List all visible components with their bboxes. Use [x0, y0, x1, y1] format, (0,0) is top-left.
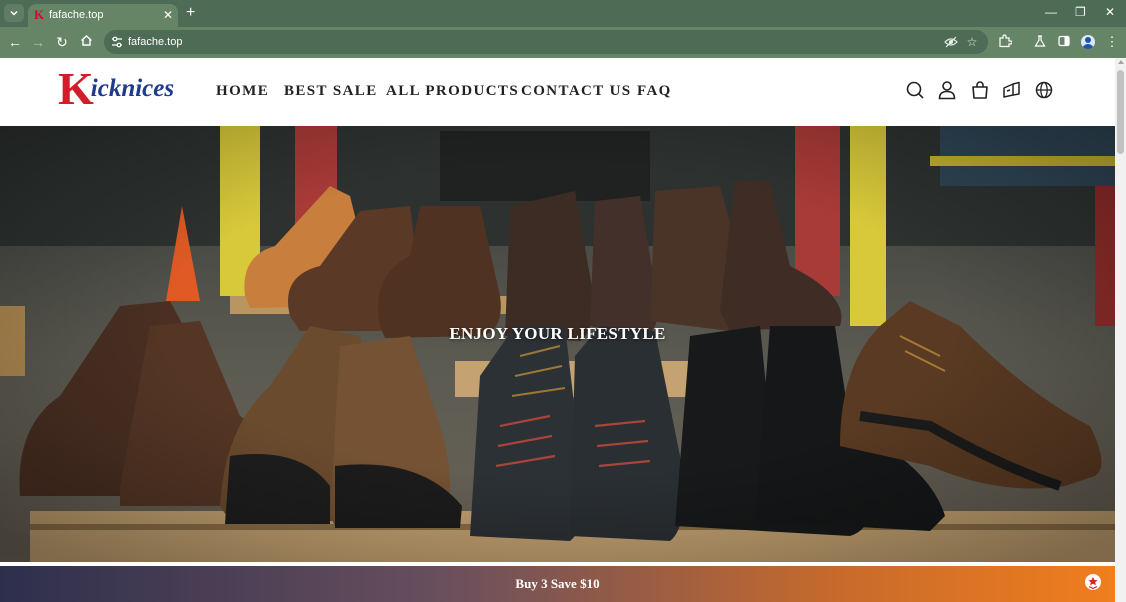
logo-wordmark: icknices	[90, 75, 175, 102]
reload-icon[interactable]: ↻	[54, 34, 70, 50]
logo-initial: K	[58, 63, 94, 114]
cart-icon[interactable]	[970, 80, 990, 100]
nav-faq[interactable]: FAQ	[637, 82, 672, 100]
work-boots-photo	[0, 126, 1115, 562]
scrollbar-thumb[interactable]	[1117, 70, 1124, 154]
rewards-badge-icon[interactable]	[1085, 574, 1101, 590]
scroll-up-arrow-icon[interactable]	[1118, 60, 1124, 64]
window-close-icon[interactable]: ✕	[1105, 4, 1115, 20]
nav-all-products[interactable]: ALL PRODUCTS	[386, 82, 519, 100]
site-info-tune-icon[interactable]	[110, 35, 124, 49]
nav-home[interactable]: HOME	[216, 82, 269, 100]
nav-contact-us[interactable]: CONTACT US	[521, 82, 632, 100]
page-scrollbar[interactable]	[1115, 58, 1126, 602]
back-arrow-icon[interactable]: ←	[7, 34, 23, 50]
browser-tab[interactable]: K fafache.top ✕	[28, 4, 178, 27]
promo-bar[interactable]: Buy 3 Save $10	[0, 566, 1115, 602]
labs-flask-icon[interactable]	[1032, 34, 1048, 50]
new-tab-plus-icon[interactable]: +	[186, 5, 195, 21]
account-icon[interactable]	[937, 80, 957, 100]
extensions-puzzle-icon[interactable]	[997, 34, 1013, 50]
tab-search-chevron-icon[interactable]	[4, 4, 24, 22]
nav-best-sale[interactable]: BEST SALE	[284, 82, 378, 100]
browser-menu-kebab-icon[interactable]: ⋮	[1104, 34, 1120, 50]
hero-banner[interactable]: ENJOY YOUR LIFESTYLE	[0, 126, 1115, 562]
profile-avatar-icon[interactable]	[1081, 35, 1095, 49]
browser-tab-strip: K fafache.top ✕ + — ❐ ✕	[0, 0, 1126, 27]
restore-icon[interactable]: ❐	[1075, 4, 1086, 20]
side-panel-icon[interactable]	[1056, 34, 1072, 50]
tab-favicon: K	[34, 7, 45, 22]
browser-toolbar: ← → ↻ fafache.top ☆ ⋮	[0, 27, 1126, 58]
address-bar[interactable]: fafache.top ☆	[104, 30, 988, 54]
minimize-icon[interactable]: —	[1045, 4, 1057, 20]
hero-heading: ENJOY YOUR LIFESTYLE	[449, 324, 666, 343]
search-icon[interactable]	[905, 80, 925, 100]
site-header: Kicknices HOME BEST SALE ALL PRODUCTS CO…	[0, 58, 1115, 126]
shipping-icon[interactable]	[1002, 80, 1022, 100]
promo-text: Buy 3 Save $10	[515, 576, 600, 591]
tab-title: fafache.top	[49, 9, 104, 21]
kicknices-logo[interactable]: Kicknices	[58, 66, 175, 112]
url-text: fafache.top	[128, 36, 183, 48]
tab-close-icon[interactable]: ✕	[163, 7, 173, 23]
eye-off-icon[interactable]	[944, 35, 958, 49]
bookmark-star-icon[interactable]: ☆	[965, 35, 979, 49]
home-icon[interactable]	[78, 34, 94, 50]
forward-arrow-icon[interactable]: →	[30, 34, 46, 50]
language-globe-icon[interactable]	[1034, 80, 1054, 100]
